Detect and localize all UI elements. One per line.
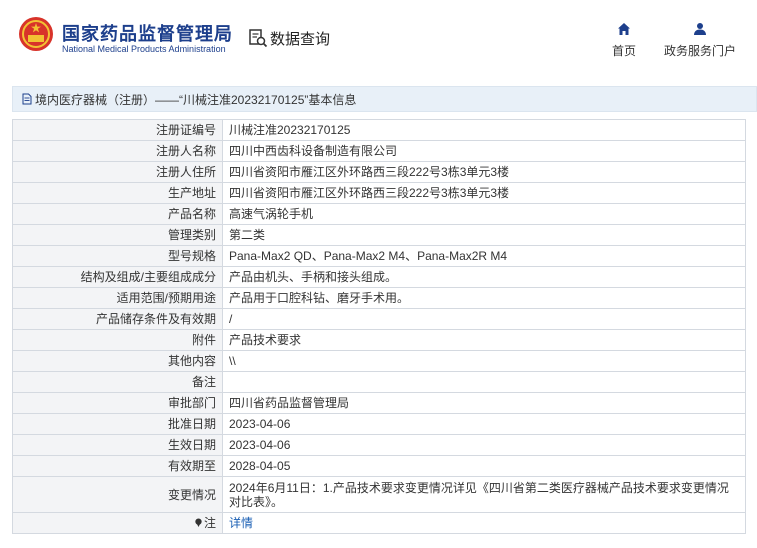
- table-row: 备注: [12, 371, 746, 393]
- row-label: 批准日期: [12, 413, 223, 435]
- table-row: 结构及组成/主要组成成分 产品由机头、手柄和接头组成。: [12, 266, 746, 288]
- table-row: 附件 产品技术要求: [12, 329, 746, 351]
- row-label: 审批部门: [12, 392, 223, 414]
- data-query-label: 数据查询: [270, 30, 331, 48]
- row-value: 2023-04-06: [222, 413, 746, 435]
- row-label: 注册人住所: [12, 161, 223, 183]
- row-label: 产品储存条件及有效期: [12, 308, 223, 330]
- site-logo-subtitle[interactable]: National Medical Products Administration: [62, 44, 226, 54]
- row-label: 型号规格: [12, 245, 223, 267]
- row-label: 附件: [12, 329, 223, 351]
- note-label-cell: 注: [12, 512, 223, 534]
- home-icon: [618, 23, 630, 35]
- table-row: 其他内容 \\: [12, 350, 746, 372]
- row-label: 变更情况: [12, 476, 223, 513]
- document-icon: [22, 93, 32, 105]
- breadcrumb-text: 境内医疗器械（注册）——“川械注准20232170125”基本信息: [35, 92, 357, 107]
- table-row: 变更情况 2024年6月11日：1.产品技术要求变更情况详见《四川省第二类医疗器械…: [12, 476, 746, 513]
- row-value: 2024年6月11日：1.产品技术要求变更情况详见《四川省第二类医疗器械产品技术…: [222, 476, 746, 513]
- row-value: \\: [222, 350, 746, 372]
- table-row: 适用范围/预期用途 产品用于口腔科钻、磨牙手术用。: [12, 287, 746, 309]
- row-value: 四川省资阳市雁江区外环路西三段222号3栋3单元3楼: [222, 161, 746, 183]
- row-value: 川械注准20232170125: [222, 119, 746, 141]
- row-value: 四川省药品监督管理局: [222, 392, 746, 414]
- details-link[interactable]: 详情: [229, 516, 253, 530]
- table-row: 型号规格 Pana-Max2 QD、Pana-Max2 M4、Pana-Max2R…: [12, 245, 746, 267]
- row-value: 高速气涡轮手机: [222, 203, 746, 225]
- table-row: 产品储存条件及有效期 /: [12, 308, 746, 330]
- row-value: 第二类: [222, 224, 746, 246]
- table-row: 注册证编号 川械注准20232170125: [12, 119, 746, 141]
- document-search-icon: [249, 29, 268, 48]
- row-label: 产品名称: [12, 203, 223, 225]
- site-logo-title[interactable]: 国家药品监督管理局: [62, 20, 233, 46]
- nav-service-portal[interactable]: 政务服务门户: [662, 22, 738, 59]
- device-info-table: 注册证编号 川械注准20232170125 注册人名称 四川中西齿科设备制造有限公司…: [12, 119, 746, 534]
- table-row: 生产地址 四川省资阳市雁江区外环路西三段222号3栋3单元3楼: [12, 182, 746, 204]
- table-row: 生效日期 2023-04-06: [12, 434, 746, 456]
- row-value: 产品技术要求: [222, 329, 746, 351]
- row-label: 其他内容: [12, 350, 223, 372]
- table-row: 审批部门 四川省药品监督管理局: [12, 392, 746, 414]
- row-label: 结构及组成/主要组成成分: [12, 266, 223, 288]
- row-value: 2028-04-05: [222, 455, 746, 477]
- row-label: 管理类别: [12, 224, 223, 246]
- row-value: 产品用于口腔科钻、磨牙手术用。: [222, 287, 746, 309]
- note-row: 注 详情: [12, 512, 746, 534]
- row-label: 有效期至: [12, 455, 223, 477]
- row-value: 四川中西齿科设备制造有限公司: [222, 140, 746, 162]
- national-emblem-icon: [19, 17, 53, 51]
- nav-home-label: 首页: [611, 44, 636, 58]
- table-row: 批准日期 2023-04-06: [12, 413, 746, 435]
- nav-service-label: 政务服务门户: [663, 44, 736, 58]
- row-value: 四川省资阳市雁江区外环路西三段222号3栋3单元3楼: [222, 182, 746, 204]
- table-row: 有效期至 2028-04-05: [12, 455, 746, 477]
- row-label: 注册人名称: [12, 140, 223, 162]
- user-icon: [694, 23, 706, 35]
- breadcrumb: 境内医疗器械（注册）——“川械注准20232170125”基本信息: [12, 86, 757, 112]
- data-query-link[interactable]: 数据查询: [248, 27, 330, 49]
- pin-icon: [195, 518, 202, 528]
- row-label: 适用范围/预期用途: [12, 287, 223, 309]
- table-row: 注册人住所 四川省资阳市雁江区外环路西三段222号3栋3单元3楼: [12, 161, 746, 183]
- row-label: 备注: [12, 371, 223, 393]
- row-value: 产品由机头、手柄和接头组成。: [222, 266, 746, 288]
- nav-home[interactable]: 首页: [610, 22, 638, 59]
- row-value: Pana-Max2 QD、Pana-Max2 M4、Pana-Max2R M4: [222, 245, 746, 267]
- row-label: 生效日期: [12, 434, 223, 456]
- row-label: 生产地址: [12, 182, 223, 204]
- table-row: 产品名称 高速气涡轮手机: [12, 203, 746, 225]
- note-value-cell: 详情: [222, 512, 746, 534]
- row-value: 2023-04-06: [222, 434, 746, 456]
- row-value: [222, 371, 746, 393]
- table-row: 管理类别 第二类: [12, 224, 746, 246]
- table-row: 注册人名称 四川中西齿科设备制造有限公司: [12, 140, 746, 162]
- row-label: 注册证编号: [12, 119, 223, 141]
- site-header: 国家药品监督管理局 National Medical Products Admi…: [0, 0, 757, 72]
- row-value: /: [222, 308, 746, 330]
- note-label: 注: [203, 515, 216, 530]
